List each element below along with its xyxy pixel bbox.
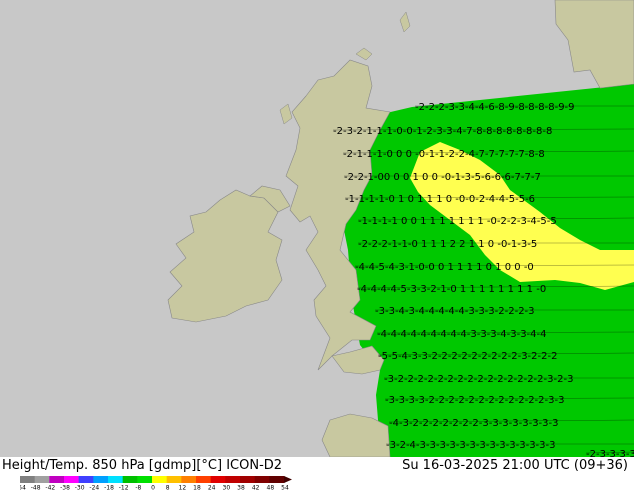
colorbar-segment xyxy=(93,476,109,483)
isoline-label: -3-3-4-3-4-4-4-4-4-3-3-3-2-2-2-3 xyxy=(375,306,535,317)
weather-map: -2-2-2-3-3-4-4-6-8-9-8-8-8-8-9-9 -2-3-2-1… xyxy=(0,0,634,457)
colorbar-tick: 38 xyxy=(237,485,245,490)
colorbar-tick: -18 xyxy=(104,485,114,490)
isoline-label: -4-4-4-4-5-3-3-2-1-0 1 1 1 1 1 1 1 1 -0 xyxy=(357,284,546,295)
colorbar-segment xyxy=(240,476,256,483)
colorbar-segment xyxy=(108,476,124,483)
isoline-label: -2-2-1-00 0 0 1 0 0 -0-1-3-5-6-6-6-7-7-7 xyxy=(344,172,541,183)
colorbar-segment xyxy=(254,476,270,483)
map-title: Height/Temp. 850 hPa [gdmp][°C] ICON-D2 xyxy=(2,458,283,473)
colorbar-segment xyxy=(225,476,241,483)
isoline-label: -1-1-1-1 0 0 1 1 1 1 1 1 1 -0-2-2-3-4-5-… xyxy=(358,216,557,227)
isoline-label: -2-2-2-3-3-4-4-6-8-9-8-8-8-8-9-9 xyxy=(415,102,575,113)
temperature-colorbar: -54 -48 -42 -38 -30 -24 -18 -12 -8 0 8 12 18 24 30 38 42… xyxy=(20,476,292,490)
colorbar-segment xyxy=(34,476,50,483)
colorbar-segment xyxy=(196,476,212,483)
colorbar-segment xyxy=(210,476,226,483)
isoline-label: -2-3-2-1-1-1-0-0-1-2-3-3-4-7-8-8-8-8-8-8… xyxy=(333,126,552,137)
isoline-label: -4-4-4-4-4-4-4-4-4-3-3-3-4-3-3-4-4 xyxy=(377,329,547,340)
colorbar-tick: 48 xyxy=(267,485,275,490)
isoline-label: -3-2-4-3-3-3-3-3-3-3-3-3-3-3-3-3-3 xyxy=(386,440,556,451)
colorbar-segment xyxy=(269,476,285,483)
colorbar-segment xyxy=(166,476,182,483)
isoline-label: -2-3-3-3-3 xyxy=(586,449,634,457)
colorbar-tick: 18 xyxy=(193,485,201,490)
colorbar-segment xyxy=(20,476,36,483)
colorbar-tick: -8 xyxy=(135,485,141,490)
isoline-label: -3-2-2-2-2-2-2-2-2-2-2-2-2-2-2-2-3-2-3 xyxy=(384,374,573,385)
colorbar-segment xyxy=(152,476,168,483)
colorbar-tick: -38 xyxy=(60,485,70,490)
colorbar-segment xyxy=(122,476,138,483)
colorbar-arrow xyxy=(284,476,292,483)
colorbar-tick: 0 xyxy=(151,485,155,490)
colorbar-tick: 54 xyxy=(281,485,289,490)
isoline-label: -1-1-1-1-0 1 0 1 1 1 0 -0-0-2-4-4-5-5-6 xyxy=(345,194,535,205)
colorbar-segment xyxy=(78,476,94,483)
colorbar-tick: 42 xyxy=(252,485,260,490)
colorbar-tick: -42 xyxy=(45,485,55,490)
valid-time: Su 16-03-2025 21:00 UTC (09+36) xyxy=(402,458,628,473)
map-canvas: -2-2-2-3-3-4-4-6-8-9-8-8-8-8-9-9 -2-3-2-1… xyxy=(0,0,634,457)
isoline-label: -2-2-2-1-1-0 1 1 1 2 2 1 1 0 -0-1-3-5 xyxy=(358,239,537,250)
colorbar-tick: 24 xyxy=(208,485,216,490)
colorbar-tick: -30 xyxy=(75,485,85,490)
colorbar-tick: -24 xyxy=(89,485,99,490)
colorbar-segment xyxy=(49,476,65,483)
colorbar-tick: -12 xyxy=(119,485,129,490)
isoline-label: -2-1-1-1-0 0 0 -0-1-1-2-2-4-7-7-7-7-7-8-… xyxy=(343,149,545,160)
colorbar-segment xyxy=(181,476,197,483)
colorbar-segment xyxy=(64,476,80,483)
isoline-label: -4-3-2-2-2-2-2-2-2-3-3-3-3-3-3-3-3 xyxy=(389,418,559,429)
colorbar-tick: -54 xyxy=(20,485,26,490)
map-footer: Height/Temp. 850 hPa [gdmp][°C] ICON-D2 … xyxy=(0,457,634,490)
isoline-label: -5-5-4-3-3-2-2-2-2-2-2-2-2-2-3-2-2-2 xyxy=(378,351,557,362)
colorbar-segment xyxy=(137,476,153,483)
colorbar-tick: 12 xyxy=(179,485,187,490)
colorbar-tick: -48 xyxy=(31,485,41,490)
isoline-label: -4-4-5-4-3-1-0-0 0 1 1 1 1 0 1 0 0 -0 xyxy=(355,262,534,273)
colorbar-tick: 30 xyxy=(223,485,231,490)
colorbar-tick: 8 xyxy=(166,485,170,490)
isoline-label: -3-3-3-3-2-2-2-2-2-2-2-2-2-2-2-2-3-3 xyxy=(385,395,564,406)
